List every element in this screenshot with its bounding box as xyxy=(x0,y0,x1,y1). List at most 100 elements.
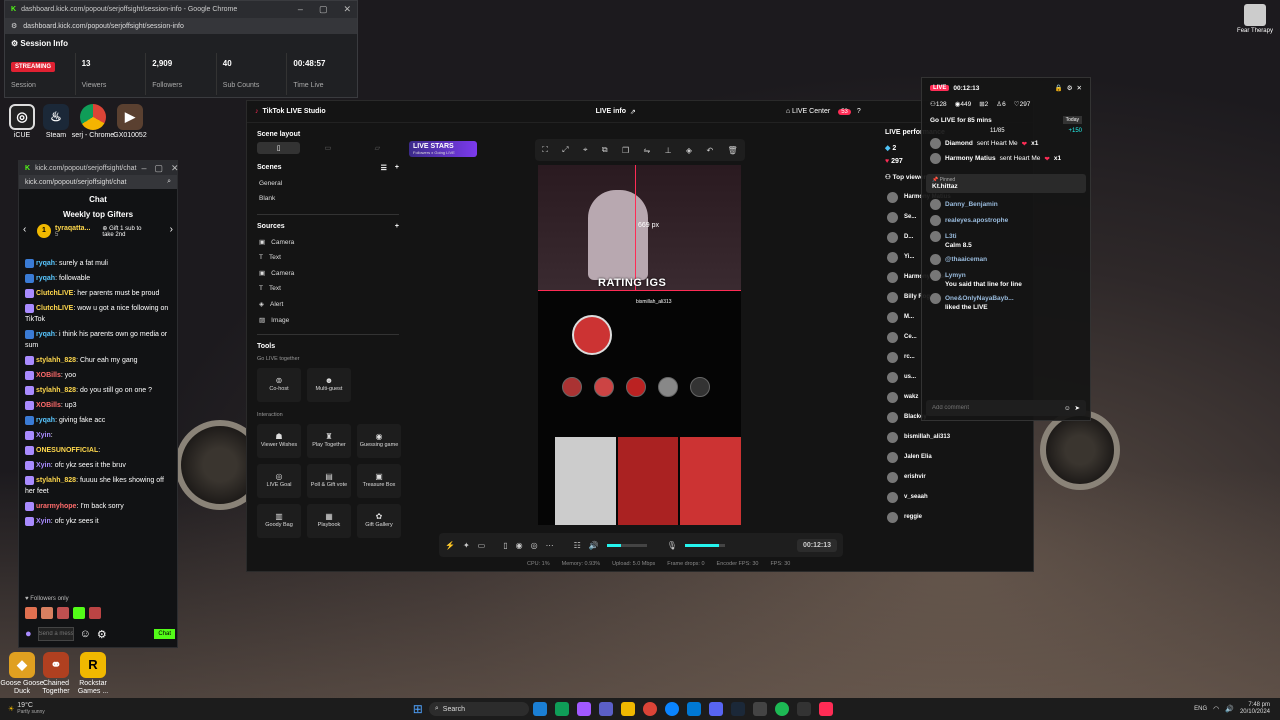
minimize-icon[interactable]: – xyxy=(298,4,303,15)
discord-icon[interactable] xyxy=(708,702,723,716)
center-icon[interactable]: ⌖ xyxy=(583,145,588,155)
viewer-row[interactable]: bismillah_ali313 xyxy=(881,427,1031,447)
phone-icon[interactable]: ▯ xyxy=(503,541,507,550)
clock[interactable]: 7:48 pm 20/10/2024 xyxy=(1240,702,1270,716)
chat-address-bar[interactable]: kick.com/popout/serjoffsight/chat ⌕ xyxy=(19,175,177,189)
settings-icon[interactable]: ⚙ xyxy=(1067,84,1073,92)
effects-icon[interactable]: ✦ xyxy=(463,541,470,550)
source-item[interactable]: ▨ Image xyxy=(253,312,403,328)
steam-icon[interactable] xyxy=(730,702,745,716)
file-explorer-icon[interactable] xyxy=(532,702,547,716)
landscape-layout-icon[interactable]: ▭ xyxy=(306,142,349,154)
tool-button[interactable]: ▦ Playbook xyxy=(307,504,351,538)
tool-button[interactable]: ▤ Poll & Gift vote xyxy=(307,464,351,498)
chat-username[interactable]: urarmyhope xyxy=(36,503,76,510)
tool-button[interactable]: ☻ Multi-guest xyxy=(307,368,351,402)
search-icon[interactable]: ⌕ xyxy=(167,178,171,186)
viewer-row[interactable]: v_seaah xyxy=(881,487,1031,507)
tool-button[interactable]: ⊚ Co-host xyxy=(257,368,301,402)
share-icon[interactable]: ⇗ xyxy=(630,108,636,116)
emote-icon[interactable] xyxy=(57,607,69,619)
layer-icon[interactable]: ◈ xyxy=(686,146,692,155)
emote-icon[interactable] xyxy=(41,607,53,619)
wifi-icon[interactable]: ◠ xyxy=(1213,705,1219,713)
chat-username[interactable]: ClutchLIVE xyxy=(36,290,73,297)
minimize-icon[interactable]: – xyxy=(141,163,146,174)
gift-sub-cta[interactable]: ⊕ Gift 1 sub to take 2nd xyxy=(102,225,152,238)
record-icon[interactable]: ◉ xyxy=(516,541,523,550)
chat-username[interactable]: ryqah xyxy=(36,417,55,424)
app-icon[interactable] xyxy=(752,702,767,716)
portrait-layout-icon[interactable]: ▯ xyxy=(257,142,301,154)
undo-icon[interactable]: ↶ xyxy=(706,146,713,155)
chat-window-titlebar[interactable]: K kick.com/popout/serjoffsight/chat – ▢ … xyxy=(19,161,179,175)
emoji-icon[interactable]: ☺ xyxy=(80,628,91,640)
obs-icon[interactable] xyxy=(796,702,811,716)
tool-button[interactable]: ✿ Gift Gallery xyxy=(357,504,401,538)
speaker-icon[interactable]: 🔊 xyxy=(589,541,599,550)
session-window-titlebar[interactable]: K dashboard.kick.com/popout/serjoffsight… xyxy=(5,1,357,18)
chat-message-input[interactable] xyxy=(37,627,74,641)
spotify-icon[interactable] xyxy=(774,702,789,716)
app-icon[interactable] xyxy=(576,702,591,716)
chat-username[interactable]: ClutchLIVE xyxy=(36,305,73,312)
emote-icon[interactable] xyxy=(25,607,37,619)
chat-username[interactable]: XOBills xyxy=(36,402,61,409)
add-source-icon[interactable]: + xyxy=(395,223,399,230)
session-address-bar[interactable]: ⚙ dashboard.kick.com/popout/serjoffsight… xyxy=(5,18,357,34)
tool-button[interactable]: ▣ Treasure Box xyxy=(357,464,401,498)
chat-username[interactable]: stylahh_828 xyxy=(36,477,76,484)
emoji-icon[interactable]: ☺ xyxy=(1064,405,1071,412)
close-icon[interactable]: ✕ xyxy=(171,163,179,174)
align-icon[interactable]: ⊥ xyxy=(665,146,672,155)
chat-username[interactable]: stylahh_828 xyxy=(36,357,76,364)
tool-button[interactable]: ▥ Goody Bag xyxy=(257,504,301,538)
scene-item[interactable]: General xyxy=(253,176,403,191)
maximize-icon[interactable]: ▢ xyxy=(319,4,328,15)
emote-row[interactable] xyxy=(25,607,103,619)
trash-icon[interactable]: 🗑 xyxy=(728,146,738,155)
send-icon[interactable]: ➤ xyxy=(1075,404,1080,412)
teams-icon[interactable] xyxy=(598,702,613,716)
tool-button[interactable]: ◉ Guessing game xyxy=(357,424,401,458)
windows-start-icon[interactable]: ⊞ xyxy=(413,702,423,716)
live-stars-banner[interactable]: LIVE STARS Followers x Going LIVE xyxy=(409,141,477,157)
chat-username[interactable]: ONESUNOFFICIAL xyxy=(36,447,98,454)
close-icon[interactable]: ✕ xyxy=(343,4,351,15)
chevron-left-icon[interactable]: ‹ xyxy=(23,224,26,235)
close-icon[interactable]: ✕ xyxy=(1077,84,1082,92)
source-item[interactable]: ▣ Camera xyxy=(253,234,403,250)
chat-username[interactable]: ryqah xyxy=(36,275,55,282)
camera-switch-icon[interactable]: ◎ xyxy=(531,541,538,550)
desktop-icon-rockstar[interactable]: R Rockstar Games ... xyxy=(71,652,115,696)
scene-item[interactable]: Blank xyxy=(253,191,403,206)
chevron-right-icon[interactable]: › xyxy=(170,224,173,235)
tiktok-icon[interactable] xyxy=(818,702,833,716)
tool-button[interactable]: ♜ Play Together xyxy=(307,424,351,458)
taskbar-search[interactable]: ⌕ Search xyxy=(428,702,529,716)
settings-icon[interactable]: ⚙ xyxy=(97,628,107,641)
flip-icon[interactable]: ⇋ xyxy=(643,146,650,155)
live-center-button[interactable]: ⌂ LIVE Center xyxy=(786,108,830,115)
emote-icon[interactable] xyxy=(89,607,101,619)
source-item[interactable]: T Text xyxy=(253,250,403,265)
folder-icon[interactable] xyxy=(620,702,635,716)
crop-icon[interactable]: ⧉ xyxy=(602,145,608,155)
viewer-row[interactable]: reggie xyxy=(881,507,1031,527)
microphone-icon[interactable]: 🎙 xyxy=(667,541,677,550)
source-item[interactable]: T Text xyxy=(253,281,403,296)
mic-icon[interactable]: ● xyxy=(25,628,32,640)
app-icon[interactable] xyxy=(554,702,569,716)
chat-username[interactable]: ryqah xyxy=(36,260,55,267)
maximize-icon[interactable]: ▢ xyxy=(155,163,164,174)
chrome-icon[interactable] xyxy=(642,702,657,716)
notification-badge[interactable]: 53 xyxy=(838,108,851,115)
magic-icon[interactable]: ⚡ xyxy=(445,541,455,550)
source-item[interactable]: ▣ Camera xyxy=(253,265,403,281)
edge-icon[interactable] xyxy=(664,702,679,716)
chat-username[interactable]: Xyin xyxy=(36,462,51,469)
desktop-icon-profile[interactable]: Fear Therapy xyxy=(1232,4,1278,34)
send-chat-button[interactable]: Chat xyxy=(154,629,175,639)
viewer-row[interactable]: erishvir xyxy=(881,467,1031,487)
chat-username[interactable]: stylahh_828 xyxy=(36,387,76,394)
